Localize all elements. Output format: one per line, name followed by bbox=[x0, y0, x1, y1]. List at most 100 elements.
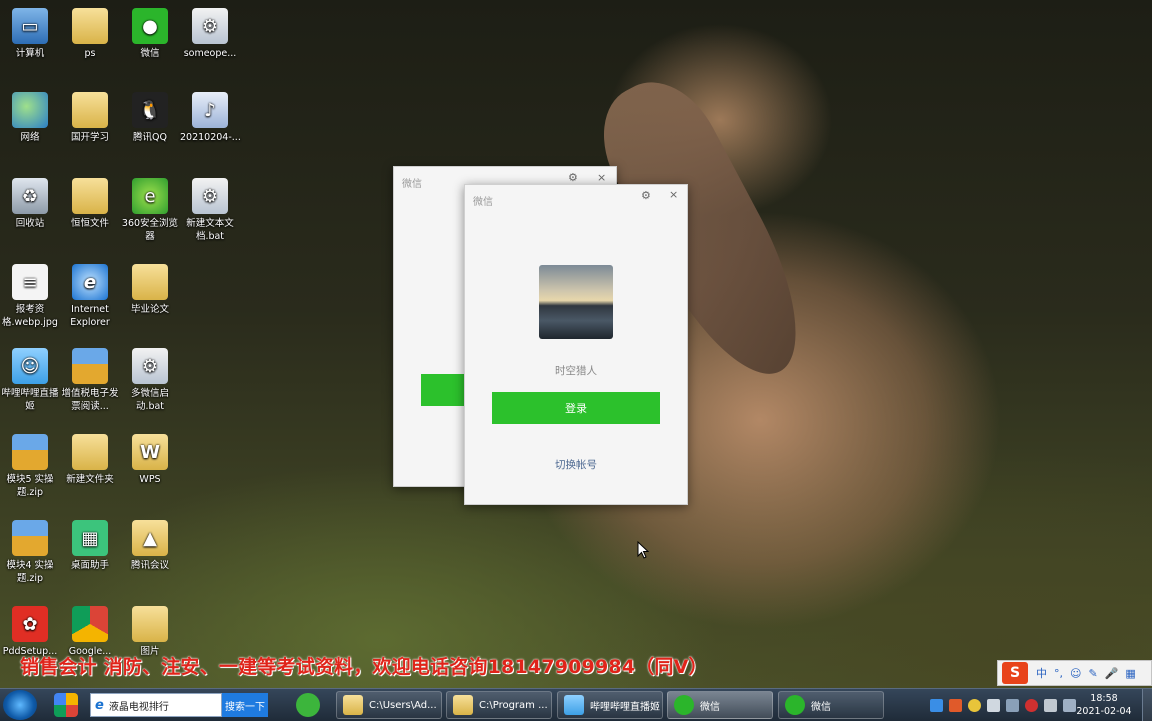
desktop-icon-new-bat[interactable]: ⚙ 新建文本文档.bat bbox=[180, 178, 240, 243]
desktop-icon-invoice-reader[interactable]: 增值税电子发票阅读... bbox=[60, 348, 120, 413]
folder-icon bbox=[453, 695, 473, 715]
tray-app-icon[interactable] bbox=[949, 698, 962, 712]
desktop-icon-label: someope... bbox=[183, 48, 237, 59]
task-label: C:\Program ... bbox=[479, 699, 548, 711]
desktop-icon-360-browser[interactable]: e 360安全浏览器 bbox=[120, 178, 180, 243]
folder-icon bbox=[72, 434, 108, 470]
desktop-icon-module5-zip[interactable]: 模块5 实操题.zip bbox=[0, 434, 60, 499]
clock-time: 18:58 bbox=[1090, 693, 1118, 704]
desktop-icon-label: 桌面助手 bbox=[70, 560, 109, 571]
task-button-explorer-users[interactable]: C:\Users\Ad... bbox=[336, 691, 442, 719]
system-tray bbox=[930, 689, 1082, 721]
desktop-icon-label: 国开学习 bbox=[70, 132, 109, 143]
task-button-wechat-1[interactable]: 微信 bbox=[667, 691, 773, 719]
taskbar-search-button[interactable]: 搜索一下 bbox=[222, 693, 268, 717]
desktop-icon-multi-wechat-bat[interactable]: ⚙ 多微信启动.bat bbox=[120, 348, 180, 413]
desktop-icon-label: 模块4 实操题.zip bbox=[6, 560, 54, 584]
taskbar-clock[interactable]: 18:58 2021-02-04 bbox=[1070, 692, 1138, 718]
desktop-icon-google-chrome[interactable]: Google... bbox=[60, 606, 120, 658]
desktop-icon-qq[interactable]: 🐧 腾讯QQ bbox=[120, 92, 180, 144]
wechat-login-window[interactable]: 微信 ⚙ × 时空猎人 登录 切换帐号 bbox=[464, 184, 688, 505]
task-label: 哔哩哔哩直播姬 bbox=[590, 701, 660, 713]
bat-file-icon: ⚙ bbox=[192, 8, 228, 44]
desktop-icon-label: 计算机 bbox=[15, 48, 45, 59]
desktop-icon-thesis[interactable]: 毕业论文 bbox=[120, 264, 180, 316]
wechat-icon bbox=[785, 695, 805, 715]
ime-toolbar[interactable]: S 中 °, ☺ ✎ 🎤 ▦ bbox=[997, 660, 1152, 686]
ie-icon: e bbox=[72, 264, 108, 300]
switch-account-link[interactable]: 切换帐号 bbox=[465, 457, 687, 472]
tray-app-icon[interactable] bbox=[987, 698, 1000, 712]
desktop-icon-20210204[interactable]: ♪ 20210204-... bbox=[180, 92, 241, 144]
tray-app-icon[interactable] bbox=[1025, 698, 1038, 712]
desktop-icon-new-folder[interactable]: 新建文件夹 bbox=[60, 434, 120, 486]
username-label: 时空猎人 bbox=[555, 365, 597, 377]
desktop-icon-label: ps bbox=[84, 48, 96, 59]
taskbar-search-bar[interactable]: e 液晶电视排行 bbox=[90, 693, 222, 717]
settings-gear-icon[interactable]: ⚙ bbox=[568, 171, 578, 184]
tray-app-icon[interactable] bbox=[930, 698, 943, 712]
task-button-explorer-program[interactable]: C:\Program ... bbox=[446, 691, 552, 719]
sogou-ime-icon[interactable]: S bbox=[1002, 662, 1028, 684]
ime-handwrite-icon[interactable]: ✎ bbox=[1088, 667, 1097, 680]
task-button-bilibili-live[interactable]: 哔哩哔哩直播姬 bbox=[557, 691, 663, 719]
desktop-icon-guokai[interactable]: 国开学习 bbox=[60, 92, 120, 144]
close-icon[interactable]: × bbox=[669, 188, 678, 201]
close-icon[interactable]: × bbox=[597, 171, 606, 184]
bilibili-live-icon: ☺ bbox=[12, 348, 48, 384]
desktop-icon-baokao[interactable]: ≡ 报考资格.webp.jpg bbox=[0, 264, 60, 329]
task-button-wechat-2[interactable]: 微信 bbox=[778, 691, 884, 719]
ime-punctuation-toggle[interactable]: °, bbox=[1054, 667, 1063, 680]
desktop-icon-label: 毕业论文 bbox=[130, 304, 169, 315]
desktop-icon-recycle-bin[interactable]: ♻ 回收站 bbox=[0, 178, 60, 230]
desktop-icon-label: 腾讯QQ bbox=[133, 132, 167, 143]
pdd-icon: ✿ bbox=[12, 606, 48, 642]
desktop-icon-ie[interactable]: e Internet Explorer bbox=[60, 264, 120, 329]
taskbar-search-input[interactable]: 液晶电视排行 bbox=[109, 698, 169, 713]
desktop-icon-tencent-meeting[interactable]: ▲ 腾讯会议 bbox=[120, 520, 180, 572]
tray-app-icon[interactable] bbox=[1006, 698, 1019, 712]
ime-voice-icon[interactable]: 🎤 bbox=[1105, 667, 1119, 680]
network-icon bbox=[12, 92, 48, 128]
desktop-icon-label: 360安全浏览器 bbox=[121, 218, 179, 242]
desktop-icon-network[interactable]: 网络 bbox=[0, 92, 60, 144]
clock-date: 2021-02-04 bbox=[1076, 706, 1132, 717]
volume-icon[interactable] bbox=[1044, 698, 1057, 712]
quicklaunch-app-icon[interactable] bbox=[54, 693, 78, 717]
ime-toolbox-icon[interactable]: ▦ bbox=[1125, 667, 1135, 680]
login-button[interactable]: 登录 bbox=[492, 392, 660, 424]
folder-icon bbox=[132, 264, 168, 300]
360-browser-icon[interactable] bbox=[296, 693, 320, 717]
tray-app-icon[interactable] bbox=[968, 698, 981, 712]
image-file-icon: ≡ bbox=[12, 264, 48, 300]
window-title: 微信 bbox=[402, 179, 422, 190]
desktop-icon-label: 腾讯会议 bbox=[130, 560, 169, 571]
computer-icon: ▭ bbox=[12, 8, 48, 44]
bat-file-icon: ⚙ bbox=[192, 178, 228, 214]
ime-emoji-icon[interactable]: ☺ bbox=[1070, 667, 1081, 680]
desktop-icon-label: 恒恒文件 bbox=[70, 218, 109, 229]
login-button-partial[interactable] bbox=[421, 374, 469, 406]
start-button[interactable] bbox=[3, 690, 37, 720]
desktop-icon-pictures[interactable]: 图片 bbox=[120, 606, 180, 658]
recycle-bin-icon: ♻ bbox=[12, 178, 48, 214]
desktop-icon-desktop-helper[interactable]: ▦ 桌面助手 bbox=[60, 520, 120, 572]
show-desktop-button[interactable] bbox=[1142, 689, 1152, 721]
desktop-icon-computer[interactable]: ▭ 计算机 bbox=[0, 8, 60, 60]
wechat-icon: ● bbox=[132, 8, 168, 44]
desktop-icon-wps[interactable]: W WPS bbox=[120, 434, 180, 486]
desktop-icon-pdd-setup[interactable]: ✿ PddSetup... bbox=[0, 606, 60, 658]
desktop-icon-label: 新建文本文档.bat bbox=[186, 218, 234, 242]
desktop-icon-hengheng[interactable]: 恒恒文件 bbox=[60, 178, 120, 230]
desktop-icon-someope[interactable]: ⚙ someope... bbox=[180, 8, 240, 60]
settings-gear-icon[interactable]: ⚙ bbox=[641, 189, 651, 202]
desktop-icon-label: Internet Explorer bbox=[70, 304, 110, 328]
ime-language-toggle[interactable]: 中 bbox=[1036, 665, 1047, 681]
desktop-icon-module4-zip[interactable]: 模块4 实操题.zip bbox=[0, 520, 60, 585]
360-browser-icon: e bbox=[132, 178, 168, 214]
task-label: 微信 bbox=[811, 701, 831, 713]
desktop-icon-ps[interactable]: ps bbox=[60, 8, 120, 60]
mouse-cursor-icon bbox=[637, 541, 649, 559]
desktop-icon-bilibili-live[interactable]: ☺ 哔哩哔哩直播姬 bbox=[0, 348, 60, 413]
desktop-icon-wechat[interactable]: ● 微信 bbox=[120, 8, 180, 60]
